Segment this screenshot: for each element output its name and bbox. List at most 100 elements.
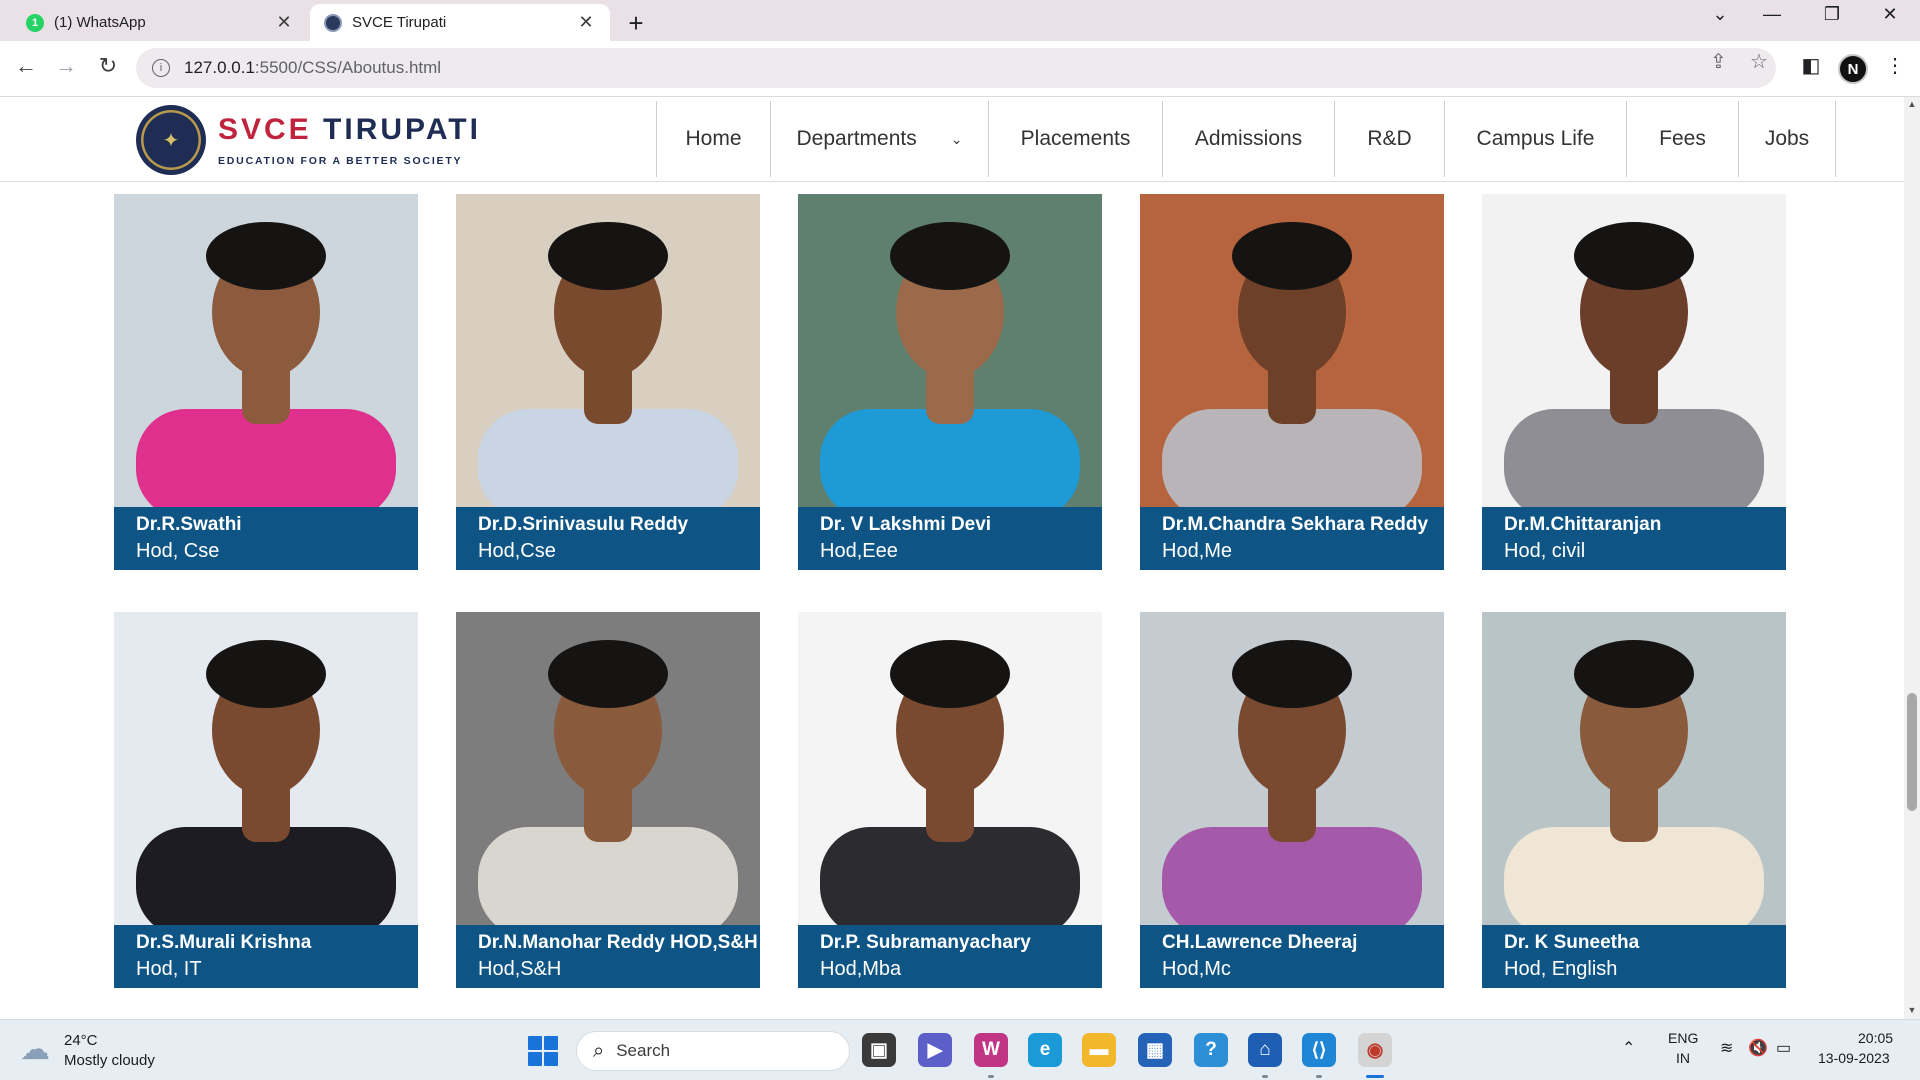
faculty-photo [798,194,1102,507]
vscode-icon[interactable]: ⟨⟩ [1302,1033,1336,1067]
faculty-name: Dr.D.Srinivasulu Reddy [478,514,689,535]
windows-start-icon[interactable] [528,1036,558,1066]
share-icon[interactable]: ⇪ [1710,49,1727,74]
address-bar[interactable]: i 127.0.0.1:5500/CSS/Aboutus.html [136,48,1776,88]
faculty-role: Hod,Mba [820,958,902,980]
running-indicator [988,1075,994,1078]
nav-campus-life[interactable]: Campus Life [1444,101,1626,177]
speaker-muted-icon[interactable]: 🔇 [1748,1038,1768,1058]
tab-whatsapp[interactable]: 1 (1) WhatsApp ✕ [12,4,308,41]
nav-departments-label: Departments [796,127,917,150]
scroll-up-icon[interactable]: ▲ [1904,99,1920,109]
faculty-card: Dr.M.Chandra Sekhara Reddy Hod,Me [1140,194,1444,570]
file-explorer-icon[interactable]: ▬ [1082,1033,1116,1067]
faculty-card: Dr.D.Srinivasulu Reddy Hod,Cse [456,194,760,570]
nav-home[interactable]: Home [656,101,770,177]
faculty-role: Hod, IT [136,958,202,980]
minimize-button[interactable]: — [1752,4,1792,25]
faculty-card: Dr.S.Murali Krishna Hod, IT [114,612,418,988]
faculty-card: Dr. K Suneetha Hod, English [1482,612,1786,988]
side-panel-icon[interactable]: ◧ [1796,53,1826,78]
battery-icon[interactable]: ▭ [1776,1038,1791,1058]
url-host: 127.0.0.1 [184,58,255,77]
nav-jobs[interactable]: Jobs [1738,101,1836,177]
teams-chat-icon[interactable]: ▶ [918,1033,952,1067]
faculty-name: Dr.M.Chittaranjan [1504,514,1662,535]
faculty-role: Hod,Me [1162,540,1233,562]
chrome-browser-icon[interactable]: ◉ [1358,1033,1392,1067]
tab-search-icon[interactable]: ⌄ [1700,4,1740,25]
page-scrollbar[interactable]: ▲ ▼ [1904,97,1920,1019]
search-placeholder: Search [616,1041,671,1060]
faculty-card: Dr.N.Manohar Reddy HOD,S&H Hod,S&H [456,612,760,988]
faculty-photo [1482,612,1786,925]
restore-button[interactable]: ❐ [1812,4,1852,25]
profile-avatar[interactable]: N [1838,54,1868,84]
reload-icon[interactable]: ↻ [92,53,124,79]
remote-desktop-icon[interactable]: ⌂ [1248,1033,1282,1067]
wifi-icon[interactable]: ≋ [1720,1038,1733,1058]
nav-admissions[interactable]: Admissions [1162,101,1334,177]
faculty-photo [1140,194,1444,507]
faculty-name: Dr. V Lakshmi Devi [820,514,992,535]
input-region[interactable]: IN [1676,1050,1690,1066]
scroll-down-icon[interactable]: ▼ [1904,1005,1920,1015]
tab-title: SVCE Tirupati [352,14,447,31]
svce-emblem-logo[interactable]: ✦ [136,105,206,175]
site-info-icon[interactable]: i [152,59,170,77]
whatsapp-icon: 1 [26,13,44,32]
faculty-caption: Dr. K Suneetha Hod, English [1482,925,1786,988]
faculty-card: Dr.R.Swathi Hod, Cse [114,194,418,570]
faculty-caption: Dr. V Lakshmi Devi Hod,Eee [798,507,1102,570]
faculty-photo [1140,612,1444,925]
browser-toolbar: ← → ↻ i 127.0.0.1:5500/CSS/Aboutus.html … [0,41,1920,97]
close-window-button[interactable]: ✕ [1870,4,1910,25]
bookmark-star-icon[interactable]: ☆ [1750,49,1768,74]
canva-app-icon[interactable]: W [974,1033,1008,1067]
clock-date[interactable]: 13-09-2023 [1818,1050,1890,1066]
faculty-photo [798,612,1102,925]
faculty-card: Dr. V Lakshmi Devi Hod,Eee [798,194,1102,570]
faculty-caption: Dr.P. Subramanyachary Hod,Mba [798,925,1102,988]
active-app-indicator [1366,1075,1384,1078]
task-view-icon[interactable]: ▣ [862,1033,896,1067]
new-tab-button[interactable]: + [620,8,652,39]
weather-cloud-icon[interactable]: ☁ [20,1032,50,1067]
forward-icon[interactable]: → [50,53,82,79]
site-tagline: EDUCATION FOR A BETTER SOCIETY [218,155,463,167]
tab-svce[interactable]: SVCE Tirupati ✕ [310,4,610,41]
tab-title: (1) WhatsApp [54,14,146,31]
taskbar-search[interactable]: ⌕ Search [576,1031,850,1071]
faculty-role: Hod,S&H [478,958,562,980]
nav-fees[interactable]: Fees [1626,101,1738,177]
microsoft-store-icon[interactable]: ▦ [1138,1033,1172,1067]
help-tips-icon[interactable]: ? [1194,1033,1228,1067]
input-language[interactable]: ENG [1668,1030,1698,1046]
close-tab-icon[interactable]: ✕ [576,12,596,33]
weather-temperature[interactable]: 24°C [64,1032,98,1049]
nav-departments[interactable]: Departments ⌄ [770,101,988,177]
site-brand[interactable]: SVCE TIRUPATI [218,113,481,147]
faculty-role: Hod,Mc [1162,958,1231,980]
nav-placements[interactable]: Placements [988,101,1162,177]
running-indicator [1262,1075,1268,1078]
svce-favicon-icon [324,13,342,32]
faculty-caption: Dr.M.Chandra Sekhara Reddy Hod,Me [1140,507,1444,570]
nav-rnd[interactable]: R&D [1334,101,1444,177]
menu-kebab-icon[interactable]: ⋮ [1880,53,1910,78]
edge-browser-icon[interactable]: e [1028,1033,1062,1067]
faculty-name: CH.Lawrence Dheeraj [1162,932,1358,953]
weather-description[interactable]: Mostly cloudy [64,1052,155,1069]
faculty-caption: Dr.N.Manohar Reddy HOD,S&H Hod,S&H [456,925,760,988]
url-path: :5500/CSS/Aboutus.html [254,58,442,77]
show-hidden-icons-icon[interactable]: ⌃ [1622,1038,1635,1058]
faculty-photo [456,612,760,925]
scroll-thumb[interactable] [1907,693,1917,811]
faculty-name: Dr.R.Swathi [136,514,242,535]
main-nav: Home Departments ⌄ Placements Admissions… [656,101,1836,177]
close-tab-icon[interactable]: ✕ [274,12,294,33]
clock-time[interactable]: 20:05 [1858,1030,1893,1046]
faculty-caption: Dr.M.Chittaranjan Hod, civil [1482,507,1786,570]
back-icon[interactable]: ← [10,53,42,79]
brand-primary: SVCE [218,113,312,146]
